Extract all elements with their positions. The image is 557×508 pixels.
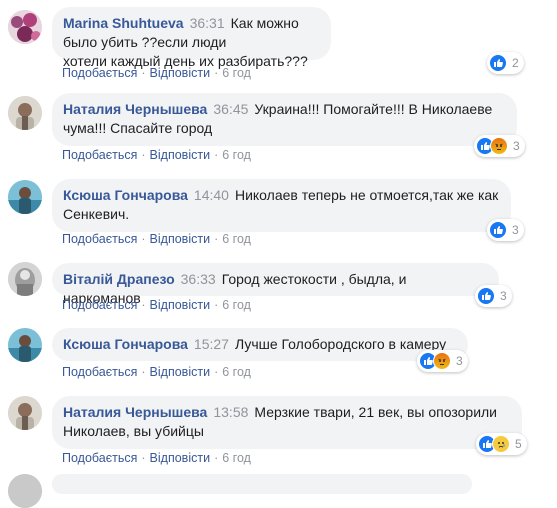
separator: · [214,66,219,80]
comment-bubble [52,474,472,494]
reply-link[interactable]: Відповісти [150,66,211,80]
reply-link[interactable]: Відповісти [150,148,211,162]
comment-text: Украина!!! Помогайте!!! В Николаеве [254,101,493,117]
comment-time: 13:58 [213,404,249,420]
like-reaction-icon [489,54,507,72]
separator: · [141,365,146,379]
angry-reaction-icon [433,352,451,370]
separator: · [214,298,219,312]
comment-age[interactable]: 6 год [222,66,251,80]
reaction-count: 5 [515,437,522,451]
reactions-badge[interactable]: 3 [474,135,525,157]
comment-text: Мерзкие твари, 21 век, вы опозорили [254,404,498,420]
like-link[interactable]: Подобається [62,66,137,80]
like-link[interactable]: Подобається [62,365,137,379]
separator: · [141,66,146,80]
avatar-image [8,180,42,214]
reaction-count: 3 [500,289,507,303]
reactions-badge[interactable]: 5 [476,433,527,455]
comment-time: 14:40 [193,187,229,203]
comment-author[interactable]: Marina Shuhtueva [63,15,184,31]
reactions-badge[interactable]: 3 [417,350,468,372]
separator: · [141,148,146,162]
comment-author[interactable]: Наталия Чернышева [63,404,207,420]
comment-bubble: Віталій Драпезо 36:33 Город жестокости , б… [52,263,499,306]
comment-time: 36:31 [189,15,225,31]
comment-text: Сенкевич. [63,206,130,222]
comment-actions: Подобається · Відповісти · 6 год [62,147,251,163]
comment-time: 15:27 [193,336,229,352]
reactions-badge[interactable]: 3 [475,285,512,307]
comment-time: 36:33 [180,271,216,287]
avatar-image [8,96,42,130]
separator: · [214,365,219,379]
comment-age[interactable]: 6 год [222,365,251,379]
comment-actions: Подобається · Відповісти · 6 год [62,450,251,466]
avatar[interactable] [8,10,42,44]
comment-bubble: Marina Shuhtueva 36:31 Как можно было убит… [52,7,331,69]
comment-text: чума!!! Спасайте город [63,120,213,136]
reply-link[interactable]: Відповісти [150,232,211,246]
comment-actions: Подобається · Відповісти · 6 год [62,297,251,313]
separator: · [141,232,146,246]
comment-bubble: Ксюша Гончарова 15:27 Лучше Голобородского… [52,328,468,361]
reaction-count: 3 [513,139,520,153]
avatar-image [8,474,42,508]
reaction-count: 3 [456,354,463,368]
reaction-count: 2 [512,56,519,70]
comment-actions: Подобається · Відповісти · 6 год [62,65,251,81]
reply-link[interactable]: Відповісти [150,365,211,379]
comment-author[interactable]: Ксюша Гончарова [63,336,188,352]
comment-author[interactable]: Віталій Драпезо [63,271,175,287]
comment-text: Лучше Голобородского в камеру [234,336,447,352]
reactions-badge[interactable]: 3 [487,219,524,241]
avatar-image [8,396,42,430]
angry-reaction-icon [490,137,508,155]
comment-actions: Подобається · Відповісти · 6 год [62,231,251,247]
comment-age[interactable]: 6 год [222,148,251,162]
separator: · [214,232,219,246]
avatar[interactable] [8,262,42,296]
avatar[interactable] [8,474,42,508]
avatar[interactable] [8,180,42,214]
avatar[interactable] [8,96,42,130]
reply-link[interactable]: Відповісти [150,298,211,312]
avatar-image [8,262,42,296]
sad-reaction-icon [492,435,510,453]
comment-time: 36:45 [213,101,249,117]
reactions-badge[interactable]: 2 [487,52,524,74]
separator: · [214,148,219,162]
avatar[interactable] [8,328,42,362]
reaction-count: 3 [512,223,519,237]
like-reaction-icon [489,221,507,239]
separator: · [141,451,146,465]
avatar-image [8,10,42,44]
separator: · [141,298,146,312]
comment-age[interactable]: 6 год [222,451,251,465]
comment-text: Николаев теперь не отмоется,так же как [234,187,499,203]
reply-link[interactable]: Відповісти [150,451,211,465]
comment-bubble: Наталия Чернышева 13:58 Мерзкие твари, 21 … [52,396,522,449]
comment-age[interactable]: 6 год [222,232,251,246]
like-link[interactable]: Подобається [62,232,137,246]
separator: · [214,451,219,465]
like-link[interactable]: Подобається [62,148,137,162]
like-reaction-icon [477,287,495,305]
like-link[interactable]: Подобається [62,298,137,312]
comment-actions: Подобається · Відповісти · 6 год [62,364,251,380]
comment-bubble: Ксюша Гончарова 14:40 Николаев теперь не о… [52,179,511,232]
comment-text: Николаев, вы убийцы [63,423,204,439]
comment-author[interactable]: Ксюша Гончарова [63,187,188,203]
comment-age[interactable]: 6 год [222,298,251,312]
comment-bubble: Наталия Чернышева 36:45 Украина!!! Помогай… [52,93,517,146]
comment-author[interactable]: Наталия Чернышева [63,101,207,117]
like-link[interactable]: Подобається [62,451,137,465]
avatar-image [8,328,42,362]
avatar[interactable] [8,396,42,430]
